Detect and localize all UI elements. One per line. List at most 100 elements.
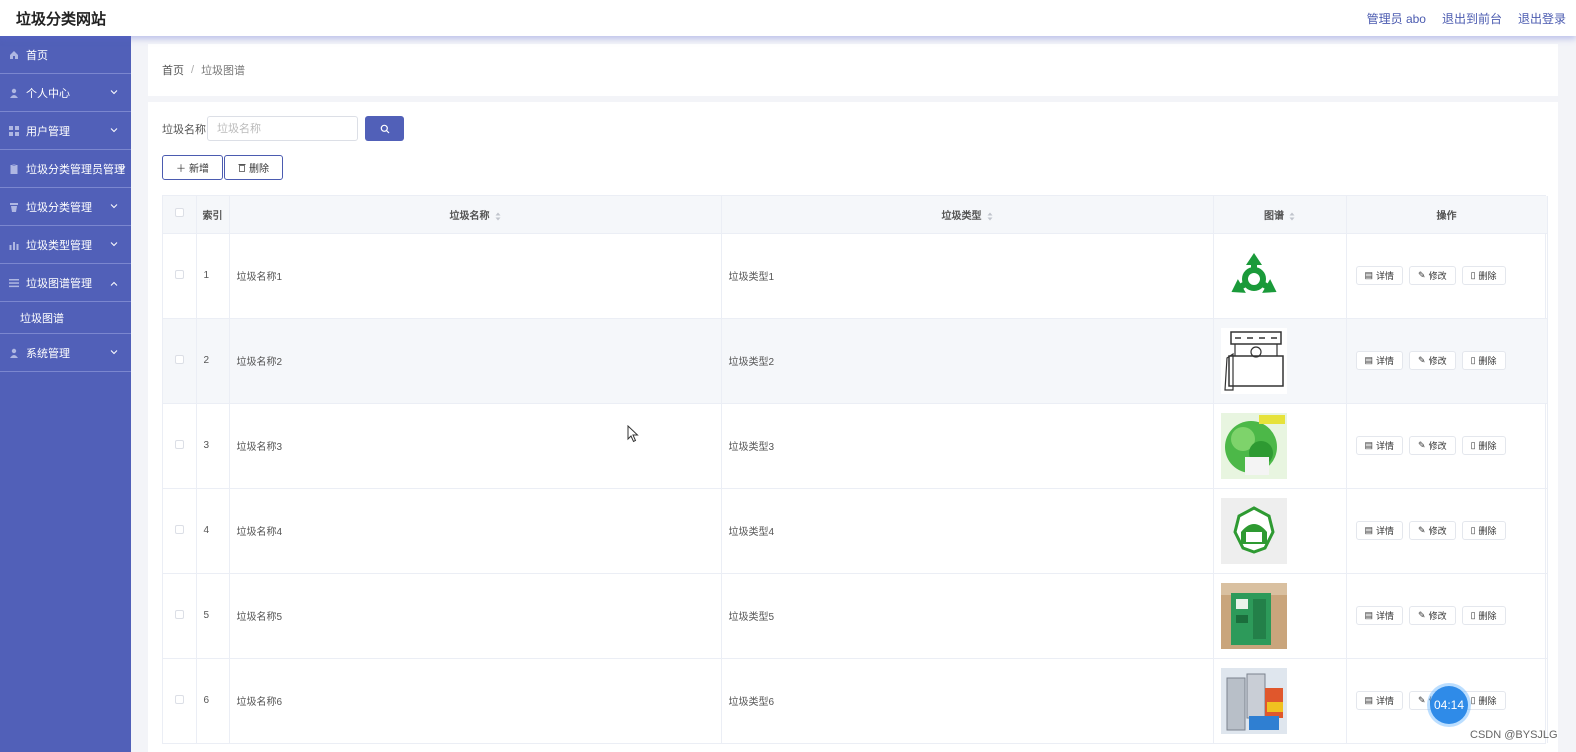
detail-button-label: 详情 [1376, 271, 1395, 281]
recording-timer[interactable]: 04:14 [1430, 686, 1468, 724]
delete-button[interactable]: ▯ 删除 [1461, 436, 1506, 455]
table-row: 3 垃圾名称3 垃圾类型3 ▤ 详情 ✎ 修改 ▯ 删除 [163, 402, 1548, 488]
edit-button[interactable]: ✎修改 [1409, 266, 1456, 285]
sidebar-item-atlas[interactable]: 垃圾图谱管理 [0, 264, 131, 302]
row-checkbox[interactable] [174, 694, 184, 704]
pencil-icon: ✎ [1418, 355, 1426, 365]
edit-button[interactable]: ✎修改 [1409, 351, 1456, 370]
row-image-cell [1213, 402, 1347, 488]
sidebar-item-label: 系统管理 [26, 347, 70, 360]
column-type[interactable]: 垃圾类型 [721, 196, 1214, 233]
detail-button-label: 详情 [1376, 441, 1395, 451]
document-icon: ▤ [1364, 270, 1374, 280]
select-all-cell[interactable] [163, 196, 197, 233]
column-image-label: 图谱 [1264, 210, 1284, 222]
sidebar-item-label: 垃圾分类管理员管理 [26, 163, 125, 176]
green-leaf-poster-image[interactable] [1220, 412, 1287, 479]
pencil-icon: ✎ [1418, 525, 1426, 535]
row-select-cell[interactable] [163, 572, 197, 658]
plus-icon: ＋ [176, 164, 186, 175]
green-badge-image[interactable] [1220, 497, 1287, 564]
add-button[interactable]: ＋ 新增 [162, 155, 223, 180]
appliances-image[interactable] [1220, 667, 1287, 734]
column-name[interactable]: 垃圾名称 [229, 196, 722, 233]
logout-link[interactable]: 退出登录 [1518, 10, 1566, 27]
breadcrumb-home[interactable]: 首页 [162, 62, 184, 78]
row-checkbox[interactable] [174, 439, 184, 449]
row-select-cell[interactable] [163, 232, 197, 318]
search-button[interactable] [365, 116, 404, 141]
sidebar-item-classification[interactable]: 垃圾分类管理 [0, 188, 131, 226]
delete-button-label: 删除 [1478, 441, 1497, 451]
row-index: 6 [196, 657, 230, 743]
row-type: 垃圾类型2 [721, 317, 1214, 403]
sort-icon[interactable] [1289, 212, 1295, 221]
document-icon: ▤ [1364, 525, 1374, 535]
trash-icon: ▯ [1470, 355, 1476, 365]
sidebar-item-types[interactable]: 垃圾类型管理 [0, 226, 131, 264]
sidebar-item-system[interactable]: 系统管理 [0, 334, 131, 372]
sidebar-item-label: 垃圾类型管理 [26, 239, 92, 252]
recycle-symbol-image[interactable] [1220, 242, 1287, 309]
row-select-cell[interactable] [163, 657, 197, 743]
row-image-cell [1213, 487, 1347, 573]
chevron-down-icon [110, 90, 118, 95]
front-link[interactable]: 退出到前台 [1442, 10, 1502, 27]
row-checkbox[interactable] [174, 354, 184, 364]
delete-button[interactable]: ▯ 删除 [1461, 691, 1506, 711]
row-name: 垃圾名称4 [229, 487, 722, 573]
sort-icon[interactable] [987, 212, 993, 221]
delete-button[interactable]: ▯ 删除 [1461, 606, 1506, 625]
detail-button[interactable]: ▤ 详情 [1355, 351, 1404, 370]
detail-button[interactable]: ▤ 详情 [1355, 436, 1404, 455]
detail-button[interactable]: ▤ 详情 [1355, 521, 1404, 540]
detail-button[interactable]: ▤ 详情 [1355, 691, 1404, 711]
action-buttons: ＋ 新增 删除 [162, 155, 283, 180]
search-icon [380, 124, 389, 133]
delete-button[interactable]: ▯ 删除 [1461, 351, 1506, 370]
delete-button[interactable]: ▯ 删除 [1461, 521, 1506, 540]
column-image[interactable]: 图谱 [1213, 196, 1347, 233]
batch-delete-button[interactable]: 删除 [224, 155, 283, 180]
recycling-stall-image[interactable] [1220, 327, 1287, 394]
delete-button[interactable]: ▯ 删除 [1461, 266, 1506, 285]
select-all-checkbox[interactable] [174, 208, 184, 218]
edit-button-label: 修改 [1428, 526, 1447, 536]
trash-icon: ▯ [1470, 525, 1476, 535]
row-index: 3 [196, 402, 230, 488]
row-checkbox[interactable] [174, 269, 184, 279]
sidebar-item-admins[interactable]: 垃圾分类管理员管理 [0, 150, 131, 188]
sort-icon[interactable] [495, 212, 501, 221]
detail-button[interactable]: ▤ 详情 [1355, 606, 1404, 625]
delete-button-label: 删除 [1478, 696, 1497, 707]
sidebar: 首页 个人中心 用户管理 垃圾分类管理员管理 垃圾分类管理 垃圾类型管理 垃圾图… [0, 36, 131, 752]
delete-button-label: 删除 [1478, 526, 1497, 536]
detail-button[interactable]: ▤ 详情 [1355, 266, 1404, 285]
sidebar-item-home[interactable]: 首页 [0, 36, 131, 74]
edit-button[interactable]: ✎修改 [1409, 521, 1456, 540]
trash-icon: ▯ [1470, 270, 1476, 280]
detail-button-label: 详情 [1376, 526, 1395, 536]
row-checkbox[interactable] [174, 524, 184, 534]
row-select-cell[interactable] [163, 402, 197, 488]
row-ops: ▤详情 ✎修改 ▯删除 [1346, 317, 1548, 403]
sidebar-item-label: 用户管理 [26, 125, 70, 138]
edit-button[interactable]: ✎修改 [1409, 606, 1456, 625]
green-recycling-bin-image[interactable] [1220, 582, 1287, 649]
row-select-cell[interactable] [163, 317, 197, 403]
column-name-label: 垃圾名称 [449, 210, 490, 222]
sidebar-item-label: 个人中心 [26, 87, 70, 100]
sidebar-subitem-atlas[interactable]: 垃圾图谱 [0, 302, 131, 334]
sidebar-item-users[interactable]: 用户管理 [0, 112, 131, 150]
document-icon: ▤ [1364, 440, 1374, 450]
row-select-cell[interactable] [163, 487, 197, 573]
chart-icon [9, 240, 19, 250]
sidebar-item-profile[interactable]: 个人中心 [0, 74, 131, 112]
row-index: 2 [196, 317, 230, 403]
search-input[interactable] [207, 116, 358, 141]
row-checkbox[interactable] [174, 609, 184, 619]
edit-button[interactable]: ✎修改 [1409, 436, 1456, 455]
table-row: 6 垃圾名称6 垃圾类型6 ▤ 详情 ✎ ▯ 删除 [163, 657, 1548, 743]
column-index: 索引 [196, 196, 230, 233]
detail-button-label: 详情 [1376, 611, 1395, 621]
